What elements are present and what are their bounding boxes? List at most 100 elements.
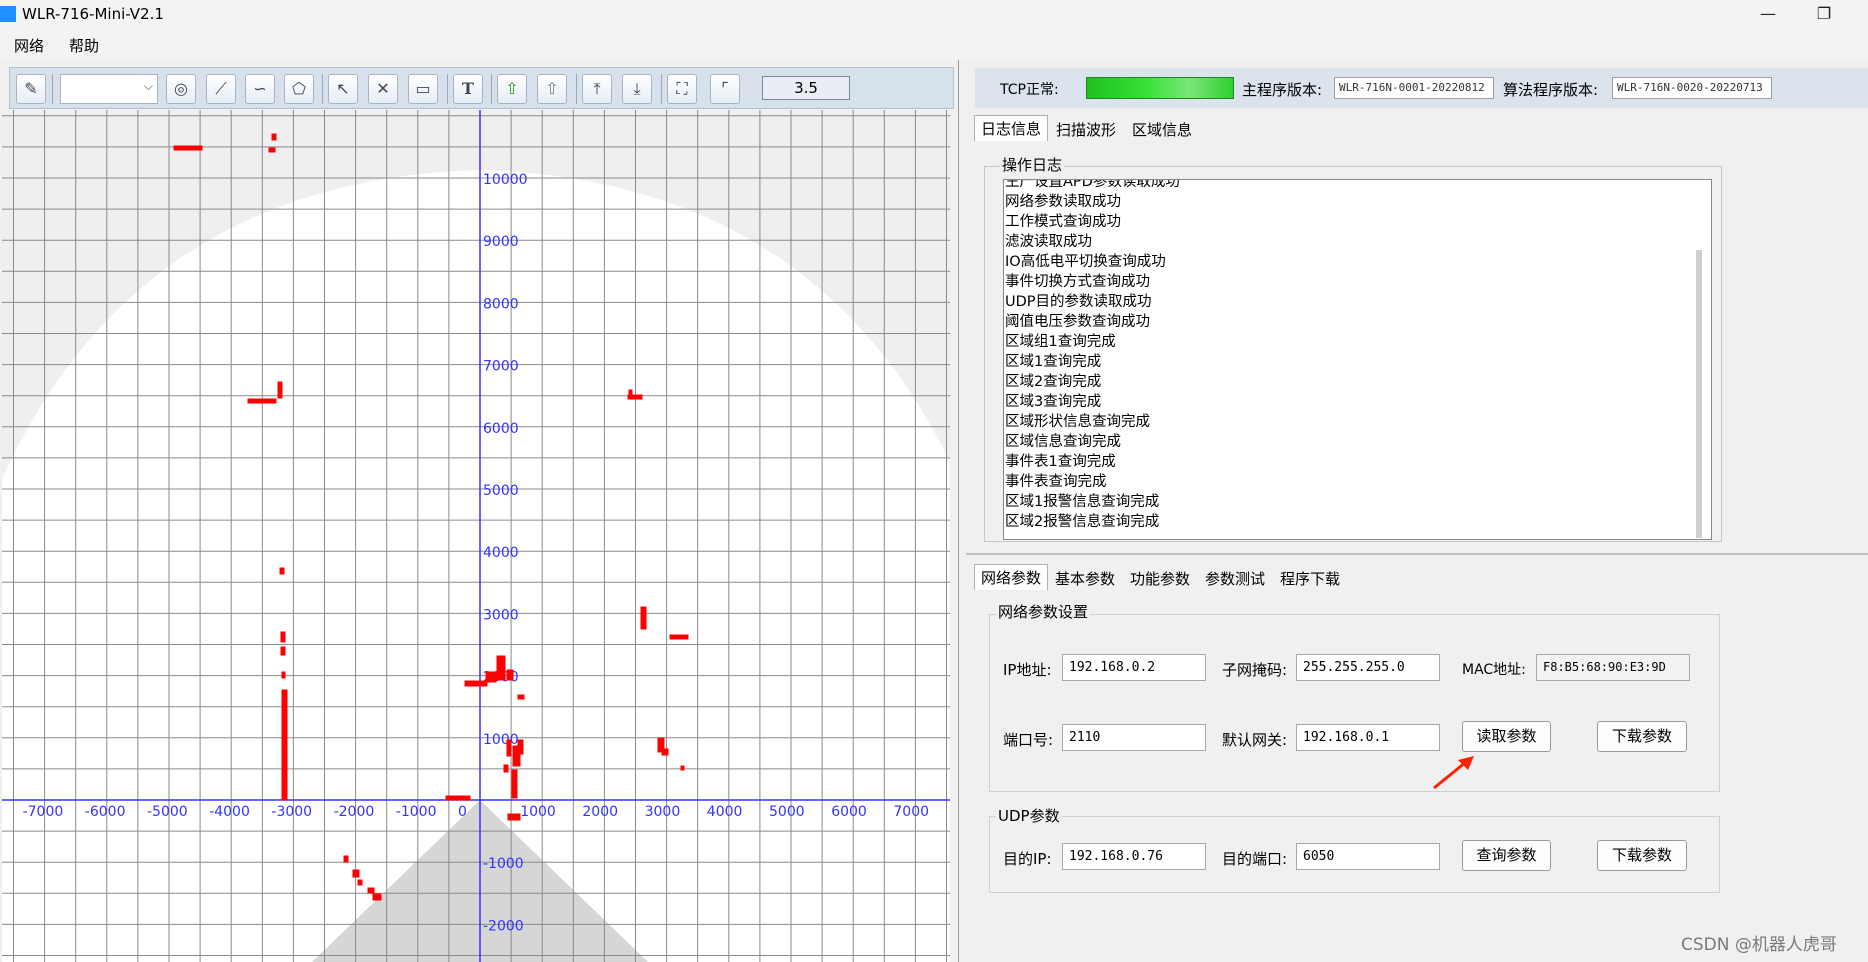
tcp-status-label: TCP正常: — [1000, 82, 1059, 98]
zoom-level[interactable]: 3.5 — [762, 76, 850, 100]
delete-icon[interactable]: ✕ — [368, 74, 398, 104]
tab-program-download[interactable]: 程序下载 — [1274, 566, 1346, 591]
log-line: 事件切换方式查询成功 — [1005, 274, 1150, 290]
export-icon[interactable]: ⤒ — [582, 74, 612, 104]
scan-point-cluster — [627, 394, 643, 400]
tab-scan-waveform[interactable]: 扫描波形 — [1050, 117, 1122, 142]
circle-icon[interactable]: ◎ — [166, 74, 196, 104]
scan-point-cluster — [268, 147, 276, 153]
polygon-icon[interactable]: ⬠ — [284, 74, 314, 104]
region-icon[interactable]: ▭ — [408, 74, 438, 104]
main-version-field: WLR-716N-0001-20220812 — [1334, 77, 1494, 99]
scan-point-cluster — [506, 739, 512, 757]
gateway-field[interactable]: 192.168.0.1 — [1296, 724, 1440, 751]
scan-point-cluster — [680, 765, 685, 771]
tab-network-params[interactable]: 网络参数 — [974, 564, 1049, 590]
ip-field[interactable]: 192.168.0.2 — [1062, 654, 1206, 681]
x-tick-label: -4000 — [209, 804, 250, 820]
x-tick-label: 5000 — [769, 804, 805, 820]
port-field[interactable]: 2110 — [1062, 724, 1206, 751]
window-title: WLR-716-Mini-V2.1 — [22, 5, 164, 23]
log-line: 区域信息查询完成 — [1005, 434, 1121, 450]
line-icon[interactable]: ⟋ — [206, 74, 236, 104]
freeform-icon[interactable]: ∽ — [245, 74, 275, 104]
algo-version-field: WLR-716N-0020-20220713 — [1612, 77, 1772, 99]
port-label: 端口号: — [1003, 731, 1054, 749]
restore-button[interactable]: ❐ — [1804, 2, 1844, 26]
udp-download-params-button[interactable]: 下载参数 — [1597, 840, 1687, 871]
x-tick-label: 1000 — [520, 804, 556, 820]
log-scrollbar[interactable] — [1696, 250, 1702, 538]
y-tick-label: 4000 — [483, 545, 519, 561]
y-tick-label: 3000 — [483, 607, 519, 623]
panel-divider — [966, 553, 1868, 555]
log-line: 区域组1查询完成 — [1005, 334, 1116, 350]
scan-point-cluster — [372, 893, 382, 901]
download-params-button[interactable]: 下载参数 — [1597, 721, 1687, 752]
query-params-button[interactable]: 查询参数 — [1462, 840, 1551, 871]
text-icon[interactable]: T — [453, 74, 483, 104]
upload-gray-icon[interactable]: ⇧ — [537, 74, 567, 104]
read-params-button[interactable]: 读取参数 — [1462, 721, 1551, 752]
mac-label: MAC地址: — [1462, 662, 1526, 678]
scan-point-cluster — [661, 748, 669, 756]
x-tick-label: 3000 — [645, 804, 681, 820]
toolbar-separator — [491, 74, 492, 104]
menu-bar — [0, 28, 1868, 60]
edit-icon[interactable]: ✎ — [16, 74, 46, 104]
log-line: 区域1报警信息查询完成 — [1005, 494, 1160, 510]
minimize-button[interactable]: — — [1748, 2, 1788, 26]
y-tick-label: -1000 — [483, 856, 524, 872]
scan-point-cluster — [464, 680, 488, 687]
scan-point-cluster — [628, 389, 633, 396]
title-bar — [0, 0, 1868, 28]
layer-combo[interactable]: ⌵ — [60, 74, 158, 104]
watermark: CSDN @机器人虎哥 — [1681, 935, 1837, 955]
y-tick-label: 5000 — [483, 483, 519, 499]
algo-version-label: 算法程序版本: — [1503, 81, 1599, 99]
scan-point-cluster — [357, 879, 363, 886]
scan-point-cluster — [281, 689, 288, 801]
tab-region-info[interactable]: 区域信息 — [1126, 117, 1198, 142]
dest-ip-field[interactable]: 192.168.0.76 — [1062, 843, 1206, 870]
x-tick-label: 2000 — [582, 804, 618, 820]
log-line: 区域3查询完成 — [1005, 394, 1102, 410]
scan-point-cluster — [506, 669, 514, 681]
frame-icon[interactable]: ⌜ — [710, 74, 740, 104]
udp-group-title: UDP参数 — [996, 805, 1062, 826]
fit-icon[interactable]: ⛶ — [667, 74, 697, 104]
import-icon[interactable]: ⤓ — [622, 74, 652, 104]
log-line: 区域1查询完成 — [1005, 354, 1102, 370]
menu-network[interactable]: 网络 — [14, 35, 44, 56]
annotation-arrow-icon — [1433, 756, 1474, 790]
tab-basic-params[interactable]: 基本参数 — [1049, 566, 1121, 591]
subnet-field[interactable]: 255.255.255.0 — [1296, 654, 1440, 681]
scan-point-cluster — [280, 646, 286, 656]
tab-function-params[interactable]: 功能参数 — [1124, 566, 1196, 591]
menu-help[interactable]: 帮助 — [69, 35, 99, 56]
toolbar-separator — [322, 74, 323, 104]
dest-port-label: 目的端口: — [1222, 850, 1288, 868]
log-line: 工作模式查询成功 — [1005, 214, 1121, 230]
scan-plot[interactable]: -7000 -6000 -5000 -4000 -3000 -2000 -1000 0 1000… — [2, 110, 950, 962]
y-tick-label: 7000 — [483, 359, 519, 375]
tab-param-test[interactable]: 参数测试 — [1199, 566, 1271, 591]
x-tick-label: -1000 — [396, 804, 437, 820]
log-line: 区域形状信息查询完成 — [1005, 414, 1150, 430]
ip-label: IP地址: — [1003, 661, 1052, 679]
log-group-title: 操作日志 — [1000, 154, 1065, 175]
scan-point-cluster — [445, 795, 471, 801]
scan-point-cluster — [343, 855, 349, 863]
dest-port-field[interactable]: 6050 — [1296, 843, 1440, 870]
x-tick-label: -6000 — [85, 804, 126, 820]
x-tick-label: -2000 — [334, 804, 375, 820]
tab-log-info[interactable]: 日志信息 — [974, 115, 1049, 141]
select-arrow-icon[interactable]: ↖ — [328, 74, 358, 104]
toolbar-separator — [576, 74, 577, 104]
chevron-down-icon: ⌵ — [143, 79, 153, 93]
upload-green-icon[interactable]: ⇧ — [497, 74, 527, 104]
scan-point-cluster — [367, 887, 375, 894]
scan-point-cluster — [503, 764, 509, 773]
y-tick-label: 10000 — [483, 172, 528, 188]
operation-log-list[interactable]: 生产设置APD参数读取成功 网络参数读取成功 工作模式查询成功 滤波读取成功 IO高低电… — [1003, 179, 1712, 540]
